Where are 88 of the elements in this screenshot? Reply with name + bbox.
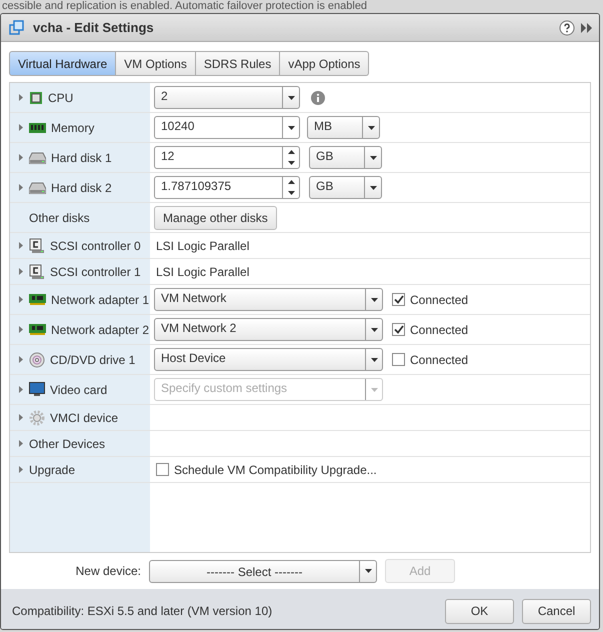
caret-icon (288, 126, 294, 130)
window-title: vcha - Edit Settings (33, 20, 154, 35)
help-icon[interactable] (559, 20, 575, 36)
unit-dropdown[interactable]: MB (307, 116, 380, 139)
device-label: CPU (48, 90, 74, 104)
vm-icon (9, 20, 25, 36)
field-label: New device: (74, 564, 141, 578)
caret-icon (368, 126, 374, 130)
dialog-button[interactable]: OK (445, 598, 514, 624)
network-card-icon (29, 323, 46, 336)
device-label: VMCI device (50, 410, 118, 424)
checkbox[interactable] (156, 463, 169, 476)
up-arrow-icon (288, 180, 294, 184)
expand-icon[interactable] (19, 326, 23, 333)
caret-icon (370, 186, 376, 190)
info-icon[interactable] (311, 90, 325, 104)
caret-icon (370, 298, 378, 302)
device-label: Upgrade (29, 462, 76, 476)
checkbox-label: Connected (410, 292, 468, 306)
device-label: SCSI controller 1 (50, 264, 141, 278)
network-card-icon (29, 293, 46, 306)
tab[interactable]: VM Options (116, 51, 196, 76)
caret-icon (370, 156, 376, 160)
expand-icon[interactable] (19, 466, 23, 473)
controller-type: LSI Logic Parallel (155, 264, 250, 278)
device-label: Video card (50, 382, 108, 396)
caret-icon (370, 328, 378, 332)
unit-dropdown[interactable]: GB (309, 146, 382, 169)
device-label: CD/DVD drive 1 (50, 352, 136, 366)
dialog-button[interactable]: Cancel (522, 598, 591, 624)
gear-icon (29, 410, 45, 426)
tab[interactable]: vApp Options (280, 51, 370, 76)
controller-icon (29, 264, 45, 280)
expand-icon[interactable] (19, 414, 23, 421)
manage-disks-button[interactable]: Manage other disks (154, 206, 277, 230)
caret-icon (370, 358, 378, 362)
device-label: Other disks (29, 210, 90, 224)
checkbox-label: Connected (410, 352, 468, 366)
expand-icon[interactable] (19, 296, 23, 303)
memory-icon (29, 122, 46, 134)
device-label: Network adapter 2 (51, 322, 150, 336)
device-label: Network adapter 1 (51, 292, 150, 306)
checkmark-icon (394, 325, 404, 334)
background-text: cessible and replication is enabled. Automatic failover protection is enabled (2, 0, 368, 12)
dropdown[interactable]: 2 (154, 86, 300, 109)
dropdown[interactable]: VM Network 2 (154, 318, 383, 341)
expand-icon[interactable] (19, 356, 23, 363)
checkbox[interactable] (392, 353, 405, 366)
down-arrow-icon (288, 190, 294, 195)
dropdown[interactable]: VM Network (154, 288, 383, 311)
device-label: Other Devices (29, 436, 106, 450)
expand-icon[interactable] (19, 184, 23, 191)
caret-icon (288, 96, 294, 100)
tab[interactable]: SDRS Rules (196, 51, 280, 76)
combo-box[interactable]: 10240 (154, 116, 300, 139)
expand-icon[interactable] (19, 94, 23, 101)
disc-icon (29, 352, 45, 368)
expand-icon[interactable] (19, 440, 23, 447)
compatibility-text: Compatibility: ESXi 5.5 and later (VM version 10) (12, 604, 272, 618)
device-label: Hard disk 1 (51, 150, 112, 164)
device-label: Hard disk 2 (51, 180, 112, 194)
down-arrow-icon (288, 160, 294, 165)
expand-icon[interactable] (19, 154, 23, 161)
controller-type: LSI Logic Parallel (155, 238, 250, 252)
unit-dropdown[interactable]: GB (309, 176, 382, 199)
caret-icon (370, 388, 378, 392)
number-spinner[interactable]: 1.787109375 (154, 176, 300, 199)
tab[interactable]: Virtual Hardware (9, 51, 116, 76)
device-dropdown[interactable]: ------- Select ------- (149, 560, 377, 582)
controller-icon (29, 238, 45, 254)
expand-icon[interactable] (19, 386, 23, 393)
forward-icon[interactable] (581, 22, 593, 32)
checkbox-label: Connected (410, 322, 468, 336)
chip-icon (29, 90, 43, 104)
checkmark-icon (394, 295, 404, 304)
checkbox[interactable] (392, 323, 405, 336)
device-label: Memory (51, 120, 94, 134)
dropdown[interactable]: Host Device (154, 348, 383, 371)
number-spinner[interactable]: 12 (154, 146, 300, 169)
expand-icon[interactable] (19, 124, 23, 131)
expand-icon[interactable] (19, 242, 23, 249)
checkbox-label: Schedule VM Compatibility Upgrade... (174, 462, 377, 476)
monitor-icon (29, 382, 45, 397)
expand-icon[interactable] (19, 268, 23, 275)
up-arrow-icon (288, 150, 294, 154)
device-label: SCSI controller 0 (50, 238, 141, 252)
checkbox[interactable] (392, 293, 405, 306)
caret-icon (364, 569, 372, 573)
